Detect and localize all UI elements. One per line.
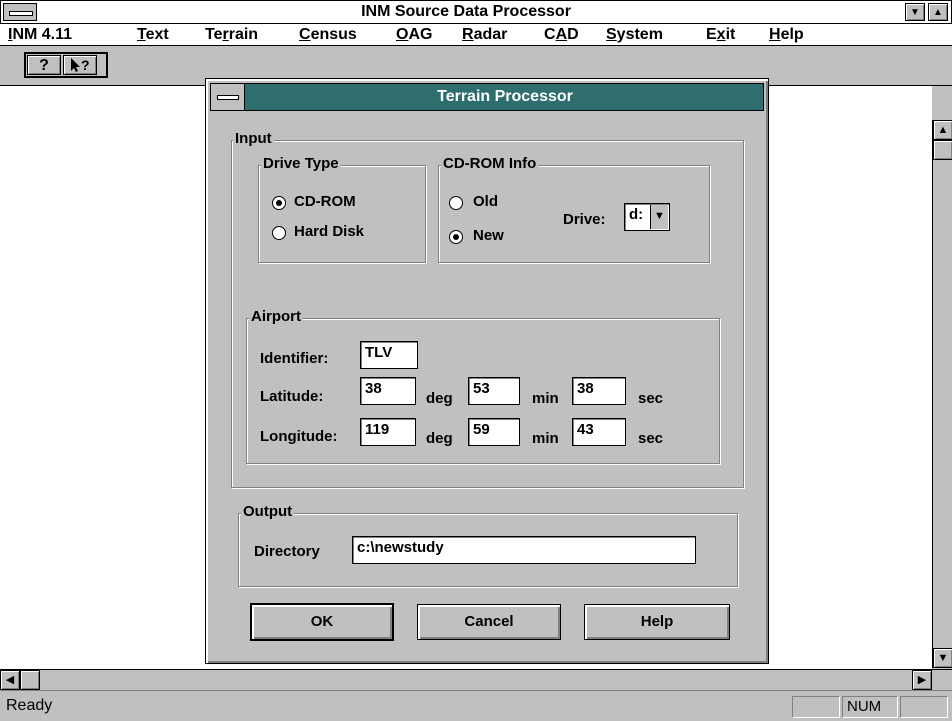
scroll-down-arrow-icon[interactable]: ▼ xyxy=(933,648,952,668)
drive-type-label: Drive Type xyxy=(261,155,341,172)
airport-label: Airport xyxy=(249,308,303,325)
dropdown-arrow-icon[interactable]: ▼ xyxy=(650,205,668,229)
help-icon[interactable]: ? xyxy=(27,55,61,75)
hard-disk-radio[interactable] xyxy=(272,226,286,240)
menu-help[interactable]: Help xyxy=(769,26,804,44)
latitude-deg-field[interactable]: 38 xyxy=(360,377,416,405)
directory-input[interactable]: c:\newstudy xyxy=(352,536,696,564)
horizontal-scroll-thumb[interactable] xyxy=(20,670,40,690)
title-bar: INM Source Data Processor ▼ ▲ xyxy=(0,0,952,24)
svg-text:?: ? xyxy=(81,57,90,73)
system-menu-button[interactable] xyxy=(3,3,37,21)
drive-select-value: d: xyxy=(629,206,644,223)
drive-type-group xyxy=(258,165,426,263)
longitude-min-unit: min xyxy=(532,430,559,447)
menu-radar[interactable]: Radar xyxy=(462,26,507,44)
menu-census[interactable]: Census xyxy=(299,26,357,44)
new-radio[interactable] xyxy=(449,230,463,244)
latitude-deg-unit: deg xyxy=(426,390,453,407)
terrain-processor-dialog: Terrain Processor Input Drive Type CD-RO… xyxy=(205,78,769,664)
cancel-button[interactable]: Cancel xyxy=(417,604,561,640)
old-radio[interactable] xyxy=(449,196,463,210)
cdrom-radio[interactable] xyxy=(272,196,286,210)
dialog-title: Terrain Processor xyxy=(437,88,573,105)
status-panel-scroll xyxy=(900,696,948,718)
status-text: Ready xyxy=(6,697,53,714)
menu-system[interactable]: System xyxy=(606,26,663,44)
dialog-system-menu-button[interactable] xyxy=(211,84,245,110)
maximize-button[interactable]: ▲ xyxy=(928,3,948,21)
hard-disk-label: Hard Disk xyxy=(294,223,365,240)
menu-text[interactable]: Text xyxy=(137,26,169,44)
scroll-right-arrow-icon[interactable]: ▶ xyxy=(912,670,932,690)
menu-oag[interactable]: OAG xyxy=(396,26,432,44)
scroll-left-arrow-icon[interactable]: ◀ xyxy=(0,670,20,690)
menu-bar: INM 4.11 Text Terrain Census OAG Radar C… xyxy=(0,24,952,46)
latitude-sec-unit: sec xyxy=(638,390,664,407)
output-label: Output xyxy=(241,503,295,520)
cdrom-label: CD-ROM xyxy=(294,193,356,210)
status-bar: Ready NUM xyxy=(0,690,952,721)
window-title: INM Source Data Processor xyxy=(361,3,571,20)
scroll-up-arrow-icon[interactable]: ▲ xyxy=(933,120,952,140)
drive-label: Drive: xyxy=(563,211,606,228)
longitude-sec-unit: sec xyxy=(638,430,664,447)
identifier-field[interactable]: TLV xyxy=(360,341,418,369)
status-panel-empty xyxy=(792,696,840,718)
horizontal-scrollbar[interactable]: ◀ ▶ xyxy=(0,669,952,690)
vertical-scrollbar[interactable]: ▲ ▼ xyxy=(932,120,952,668)
toolbar-group: ? ? xyxy=(24,52,108,78)
longitude-label: Longitude: xyxy=(260,428,338,445)
directory-label: Directory xyxy=(254,543,320,560)
menu-cad[interactable]: CAD xyxy=(544,26,579,44)
context-help-icon[interactable]: ? xyxy=(63,55,97,75)
vertical-scroll-thumb[interactable] xyxy=(933,140,952,160)
longitude-deg-unit: deg xyxy=(426,430,453,447)
dialog-title-bar: Terrain Processor xyxy=(210,83,764,111)
identifier-label: Identifier: xyxy=(260,350,329,367)
ok-button[interactable]: OK xyxy=(250,603,394,641)
longitude-min-field[interactable]: 59 xyxy=(468,418,520,446)
cdrom-info-label: CD-ROM Info xyxy=(441,155,539,172)
menu-inm[interactable]: INM 4.11 xyxy=(8,26,72,44)
drive-select[interactable]: d: ▼ xyxy=(624,203,670,231)
help-button[interactable]: Help xyxy=(584,604,730,640)
latitude-min-unit: min xyxy=(532,390,559,407)
pointer-question-icon: ? xyxy=(71,57,90,73)
num-lock-indicator: NUM xyxy=(842,696,898,718)
longitude-deg-field[interactable]: 119 xyxy=(360,418,416,446)
menu-terrain[interactable]: Terrain xyxy=(205,26,258,44)
latitude-sec-field[interactable]: 38 xyxy=(572,377,626,405)
latitude-label: Latitude: xyxy=(260,388,324,405)
old-label: Old xyxy=(473,193,498,210)
minimize-button[interactable]: ▼ xyxy=(905,3,925,21)
new-label: New xyxy=(473,227,504,244)
input-group-label: Input xyxy=(233,130,274,147)
menu-exit[interactable]: Exit xyxy=(706,26,735,44)
latitude-min-field[interactable]: 53 xyxy=(468,377,520,405)
longitude-sec-field[interactable]: 43 xyxy=(572,418,626,446)
